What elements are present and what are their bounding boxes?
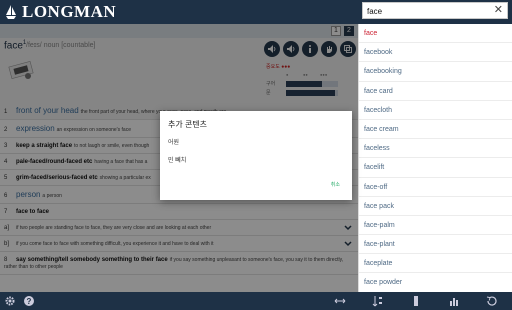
result-item[interactable]: facebooking xyxy=(359,62,512,82)
result-item[interactable]: faceless xyxy=(359,139,512,159)
bookmark-icon[interactable] xyxy=(410,295,422,307)
bottom-bar: ? xyxy=(0,292,512,310)
dialog-cancel-button[interactable]: 취소 xyxy=(331,181,340,188)
result-item[interactable]: facecloth xyxy=(359,101,512,120)
result-item[interactable]: face powder xyxy=(359,273,512,293)
result-item[interactable]: face cream xyxy=(359,120,512,140)
result-item[interactable]: face card xyxy=(359,82,512,101)
result-item[interactable]: faceplate xyxy=(359,254,512,274)
stats-icon[interactable] xyxy=(448,295,460,307)
result-item[interactable]: face-palm xyxy=(359,216,512,236)
result-item[interactable]: face xyxy=(359,24,512,44)
results-list: face facebook facebooking face card faceclot… xyxy=(358,24,512,293)
longman-ship-icon xyxy=(6,5,16,19)
svg-text:?: ? xyxy=(27,297,32,306)
dialog-option-etymology[interactable]: 어원 xyxy=(168,137,179,146)
sort-az-icon[interactable] xyxy=(372,295,384,307)
dialog-title: 추가 콘텐츠 xyxy=(168,120,208,129)
close-icon[interactable]: ✕ xyxy=(494,4,503,17)
gear-icon[interactable] xyxy=(4,295,16,307)
history-icon[interactable] xyxy=(486,295,498,307)
dialog-option-2[interactable]: 민 뻬치 xyxy=(168,155,186,164)
result-item[interactable]: facelift xyxy=(359,158,512,178)
help-icon[interactable]: ? xyxy=(23,295,35,307)
result-item[interactable]: face-plant xyxy=(359,235,512,255)
result-item[interactable]: facebook xyxy=(359,43,512,63)
search-input[interactable] xyxy=(367,5,487,17)
search-box[interactable]: ✕ xyxy=(362,2,508,19)
top-bar: LONGMAN ✕ xyxy=(0,0,512,24)
extra-content-dialog: 추가 콘텐츠 어원 민 뻬치 취소 xyxy=(160,111,352,200)
result-item[interactable]: face pack xyxy=(359,197,512,216)
result-item[interactable]: face-off xyxy=(359,178,512,197)
resize-icon[interactable] xyxy=(334,295,346,307)
app-logo: LONGMAN xyxy=(4,3,116,21)
logo-text: LONGMAN xyxy=(22,2,117,21)
